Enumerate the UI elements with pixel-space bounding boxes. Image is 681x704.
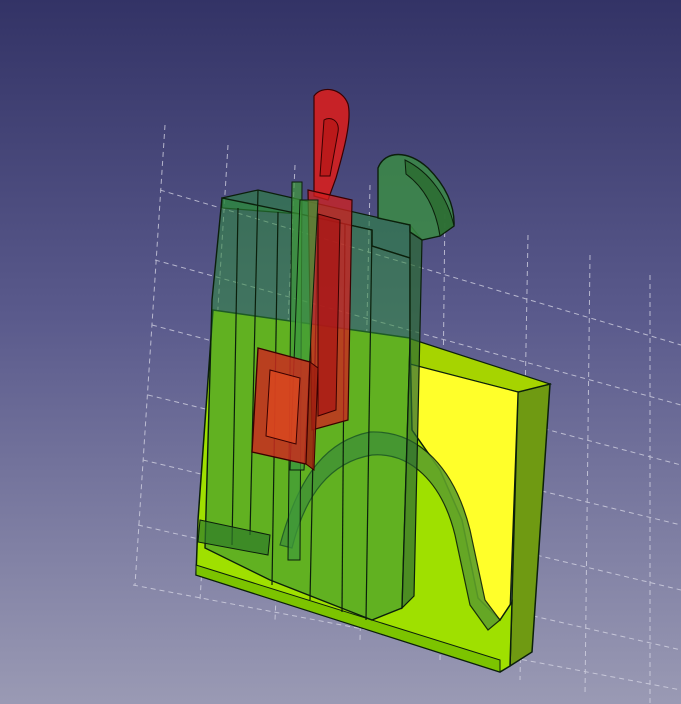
3d-viewport[interactable] (0, 0, 681, 704)
grid-line (134, 124, 166, 586)
model-scene[interactable] (0, 0, 681, 704)
slider-block-face (265, 369, 301, 445)
lever-shaft-inner (317, 213, 341, 417)
